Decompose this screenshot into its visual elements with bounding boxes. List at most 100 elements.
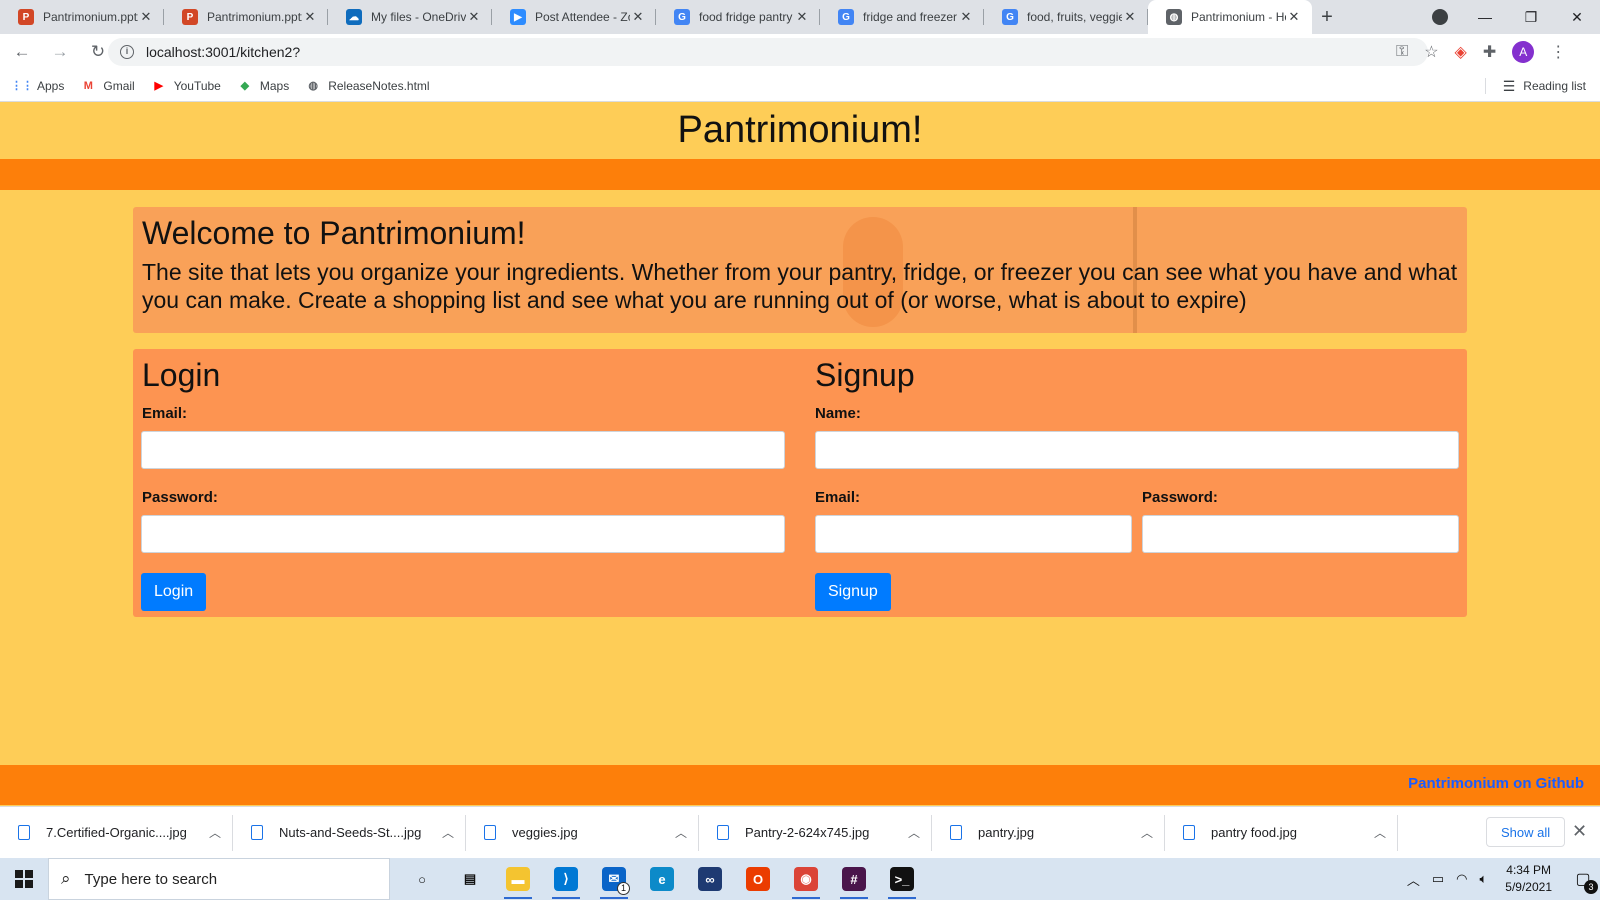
apps-grid-icon: ⋮⋮ — [11, 80, 33, 92]
welcome-jumbotron: Welcome to Pantrimonium! The site that l… — [133, 207, 1467, 333]
tab-close-icon[interactable]: ✕ — [1122, 9, 1138, 25]
profile-avatar[interactable]: A — [1512, 41, 1535, 63]
bookmark-item[interactable]: ⋮⋮ Apps — [11, 78, 65, 94]
welcome-heading: Welcome to Pantrimonium! — [142, 215, 526, 251]
signup-button[interactable]: Signup — [815, 573, 891, 611]
address-bar[interactable]: i localhost:3001/kitchen2? — [108, 38, 1428, 66]
browser-tab[interactable]: Gfridge and freezer s ✕ — [820, 0, 984, 34]
tab-close-icon[interactable]: ✕ — [302, 9, 318, 25]
chevron-up-icon[interactable]: ︿ — [1129, 824, 1165, 841]
browser-tab[interactable]: ☁ My files - OneDrive ✕ — [328, 0, 492, 34]
cortana-icon[interactable]: ○ — [398, 858, 446, 900]
key-icon[interactable]: ⚿ — [1396, 43, 1408, 61]
tab-close-icon[interactable]: ✕ — [794, 9, 810, 25]
taskbar-search-box[interactable]: ⌕ Type here to search — [48, 858, 390, 900]
show-all-downloads-button[interactable]: Show all — [1486, 817, 1566, 847]
mail-icon[interactable]: ✉ 1 — [590, 858, 638, 900]
download-item[interactable]: veggies.jpg ︿ — [466, 807, 699, 859]
tab-close-icon[interactable]: ✕ — [1286, 9, 1302, 25]
chevron-up-icon[interactable]: ︿ — [896, 824, 932, 841]
powerpoint-icon: P — [182, 9, 198, 25]
site-info-icon[interactable]: i — [120, 45, 134, 59]
notification-center-icon[interactable]: ▢ 3 — [1566, 858, 1600, 900]
browser-toolbar: ← → ↻ i localhost:3001/kitchen2? ⚿ ☆ ◈ ✚… — [0, 34, 1600, 70]
start-button[interactable] — [0, 858, 48, 900]
download-item[interactable]: Pantry-2-624x745.jpg ︿ — [699, 807, 932, 859]
chevron-up-icon[interactable]: ︿ — [430, 824, 466, 841]
browser-tab[interactable]: P Pantrimonium.pptx ✕ — [164, 0, 328, 34]
bookmark-item[interactable]: ◍ ReleaseNotes.html — [305, 78, 429, 94]
login-password-label: Password: — [142, 489, 218, 506]
tab-label: Pantrimonium - Ho — [1191, 10, 1286, 24]
taskbar-search-placeholder: Type here to search — [84, 870, 218, 888]
volume-icon[interactable]: 🔈︎ — [1479, 871, 1487, 887]
extensions-puzzle-icon[interactable]: ✚ — [1483, 42, 1496, 62]
clock-date: 5/9/2021 — [1505, 880, 1552, 894]
tab-search-icon[interactable] — [1432, 9, 1448, 25]
extension-cast-icon[interactable]: ◈ — [1455, 42, 1467, 62]
close-downloads-icon[interactable]: ✕ — [1572, 821, 1587, 842]
file-explorer-icon[interactable]: ▬ — [494, 858, 542, 900]
browser-tab[interactable]: Gfood fridge pantry ✕ — [656, 0, 820, 34]
tab-close-icon[interactable]: ✕ — [958, 9, 974, 25]
tab-close-icon[interactable]: ✕ — [630, 9, 646, 25]
login-button[interactable]: Login — [141, 573, 207, 611]
edge-icon[interactable]: e — [638, 858, 686, 900]
bookmark-star-icon[interactable]: ☆ — [1424, 42, 1438, 62]
browser-tab[interactable]: ▶ Post Attendee - Zoom✕ — [492, 0, 656, 34]
forward-icon[interactable]: → — [44, 42, 76, 62]
wifi-icon[interactable]: ◠ — [1456, 871, 1467, 887]
vscode-icon[interactable]: ⟩ — [542, 858, 590, 900]
new-tab-button[interactable]: + — [1312, 0, 1342, 34]
login-password-input[interactable] — [141, 515, 785, 553]
login-email-input[interactable] — [141, 431, 785, 469]
image-file-icon — [251, 825, 263, 840]
bookmark-label: Apps — [37, 78, 65, 93]
github-link[interactable]: Pantrimonium on Github — [1408, 775, 1584, 792]
download-item[interactable]: 7.Certified-Organic....jpg ︿ — [0, 807, 233, 859]
download-item[interactable]: Nuts-and-Seeds-St....jpg ︿ — [233, 807, 466, 859]
url-text: localhost:3001/kitchen2? — [146, 44, 301, 60]
signup-email-label: Email: — [815, 489, 861, 506]
google-icon: G — [838, 9, 854, 25]
clock[interactable]: 4:34 PM 5/9/2021 — [1505, 862, 1552, 896]
chrome-icon[interactable]: ◉ — [782, 858, 830, 900]
back-icon[interactable]: ← — [6, 42, 38, 62]
tab-label: Post Attendee - Zoom — [535, 10, 630, 24]
globe-icon: ◍ — [308, 80, 318, 92]
chevron-up-icon[interactable]: ︿ — [1362, 824, 1398, 841]
bookmark-item[interactable]: ▶ YouTube — [151, 78, 220, 94]
reading-list-button[interactable]: ☰ Reading list — [1503, 70, 1586, 102]
tab-close-icon[interactable]: ✕ — [138, 9, 154, 25]
tab-close-icon[interactable]: ✕ — [466, 9, 482, 25]
visual-studio-icon[interactable]: ∞ — [686, 858, 734, 900]
tray-chevron-icon[interactable]: ︿ — [1407, 870, 1420, 889]
tab-label: fridge and freezer s — [863, 10, 958, 24]
slack-icon[interactable]: # — [830, 858, 878, 900]
search-icon: ⌕ — [61, 869, 71, 888]
bookmark-item[interactable]: ◆ Maps — [237, 78, 290, 94]
browser-tab[interactable]: ◍ Pantrimonium - Ho ✕ — [1148, 0, 1312, 34]
browser-tab-strip: P Pantrimonium.pptx ✕ P Pantrimonium.pptx ✕ ☁ M… — [0, 0, 1600, 34]
bookmark-label: Gmail — [103, 78, 135, 93]
bookmark-item[interactable]: M Gmail — [80, 78, 135, 94]
browser-tab[interactable]: Gfood, fruits, veggie ✕ — [984, 0, 1148, 34]
signup-name-input[interactable] — [815, 431, 1459, 469]
browser-tab[interactable]: P Pantrimonium.pptx ✕ — [0, 0, 164, 34]
restore-icon[interactable]: ❐ — [1508, 9, 1554, 26]
battery-icon[interactable]: ▭ — [1432, 871, 1444, 887]
close-window-icon[interactable]: ✕ — [1554, 9, 1600, 26]
google-icon: G — [1002, 9, 1018, 25]
signup-password-input[interactable] — [1142, 515, 1459, 553]
chevron-up-icon[interactable]: ︿ — [197, 824, 233, 841]
chevron-up-icon[interactable]: ︿ — [663, 824, 699, 841]
download-item[interactable]: pantry.jpg ︿ — [932, 807, 1165, 859]
download-item[interactable]: pantry food.jpg ︿ — [1165, 807, 1398, 859]
minimize-icon[interactable]: — — [1462, 9, 1508, 25]
task-view-icon[interactable]: ▤ — [446, 858, 494, 900]
terminal-icon[interactable]: >_ — [878, 858, 926, 900]
system-tray: ︿ ▭ ◠ 🔈︎ 4:34 PM 5/9/2021 ▢ 3 — [1407, 858, 1600, 900]
office-icon[interactable]: O — [734, 858, 782, 900]
menu-kebab-icon[interactable]: ⋮ — [1550, 42, 1566, 62]
signup-email-input[interactable] — [815, 515, 1132, 553]
